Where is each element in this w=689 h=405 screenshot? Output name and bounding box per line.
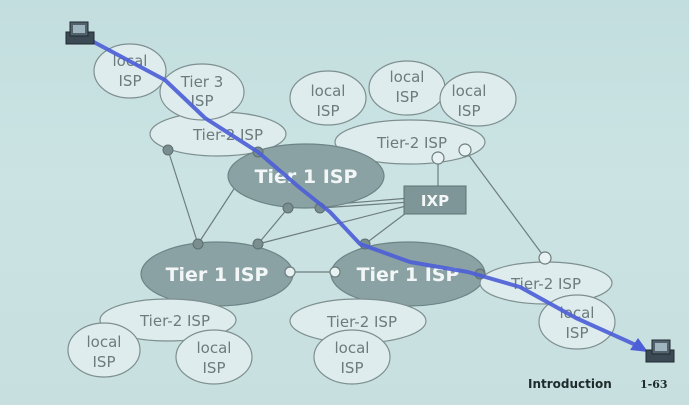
- tier2-label: Tier-2 ISP: [510, 275, 581, 293]
- local-isp-bottom-3: local ISP: [313, 329, 391, 385]
- local-isp-top-2: local ISP: [368, 60, 446, 116]
- tier3-isp: Tier 3 ISP: [159, 63, 245, 121]
- local-isp-bottom-2: local ISP: [175, 329, 253, 385]
- footer-page-number: 1-63: [640, 378, 668, 391]
- tier2-label: Tier-2 ISP: [192, 126, 263, 144]
- ixp-label: IXP: [421, 192, 449, 210]
- isp-label: ISP: [458, 102, 481, 120]
- local-label: local: [197, 339, 232, 357]
- isp-label: ISP: [341, 359, 364, 377]
- computer-icon: [65, 21, 95, 45]
- tier2-label: Tier-2 ISP: [326, 313, 397, 331]
- isp-label: ISP: [566, 324, 589, 342]
- local-isp-bottom-1: local ISP: [67, 322, 141, 378]
- tier1-isp-top: Tier 1 ISP: [227, 143, 385, 209]
- ixp-box: IXP: [403, 185, 467, 215]
- local-isp-top-left: local ISP: [93, 43, 167, 99]
- local-label: local: [335, 339, 370, 357]
- tier2-label: Tier-2 ISP: [139, 312, 210, 330]
- tier1-label: Tier 1 ISP: [255, 166, 358, 188]
- footer-section: Introduction: [528, 377, 612, 391]
- tier1-label: Tier 1 ISP: [166, 264, 269, 286]
- tier1-isp-right: Tier 1 ISP: [330, 241, 486, 307]
- computer-icon: [645, 339, 675, 363]
- local-isp-top-1: local ISP: [289, 70, 367, 126]
- tier2-label: Tier-2 ISP: [376, 134, 447, 152]
- isp-label: ISP: [317, 102, 340, 120]
- isp-label: ISP: [203, 359, 226, 377]
- isp-label: ISP: [396, 88, 419, 106]
- local-label: local: [390, 68, 425, 86]
- local-isp-top-3: local ISP: [439, 71, 517, 127]
- tier1-isp-left: Tier 1 ISP: [140, 241, 294, 307]
- local-label: local: [452, 82, 487, 100]
- isp-label: ISP: [93, 353, 116, 371]
- isp-network-diagram: Tier-2 ISP local ISP Tier 3 ISP Tier-2 I…: [65, 21, 675, 391]
- tier3-label: Tier 3: [180, 73, 224, 91]
- isp-label: ISP: [119, 72, 142, 90]
- local-label: local: [87, 333, 122, 351]
- local-label: local: [311, 82, 346, 100]
